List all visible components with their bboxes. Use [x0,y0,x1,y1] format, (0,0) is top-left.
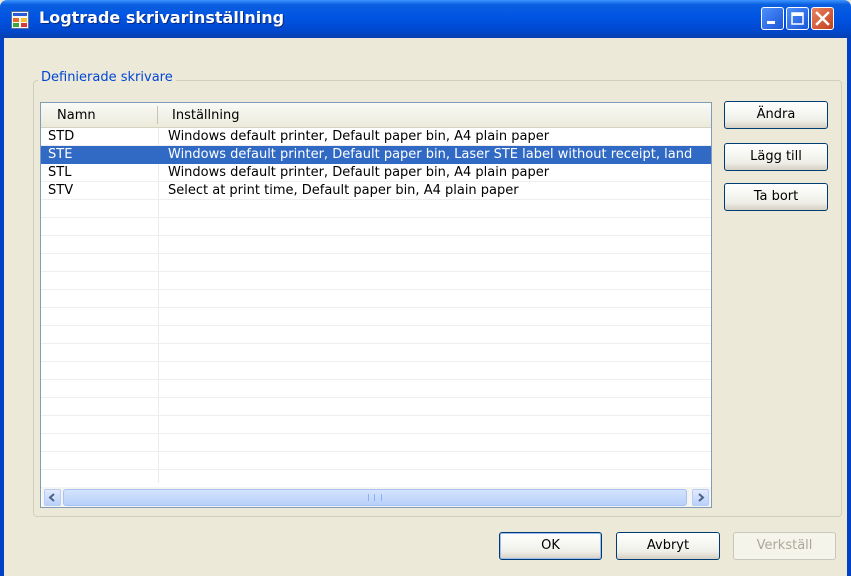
empty-row [41,416,711,434]
add-button[interactable]: Lägg till [724,143,828,171]
empty-row [41,272,711,290]
empty-row [41,344,711,362]
minimize-icon [767,21,775,24]
scroll-left-button[interactable] [44,489,61,506]
app-window-icon [11,11,29,29]
apply-button[interactable]: Verkställ [733,532,836,560]
scrollbar-grip [368,494,382,501]
empty-row [41,362,711,380]
empty-row [41,254,711,272]
empty-row [41,452,711,470]
list-rows: STD Windows default printer, Default pap… [41,128,711,488]
maximize-button[interactable] [786,7,809,30]
scrollbar-thumb[interactable] [63,489,687,506]
minimize-button[interactable] [761,7,784,30]
remove-button[interactable]: Ta bort [724,183,828,211]
empty-row [41,200,711,218]
horizontal-scrollbar[interactable] [42,487,711,507]
empty-row [41,290,711,308]
column-header-name[interactable]: Namn [57,108,96,123]
printer-name: STL [48,165,72,180]
printer-setting: Select at print time, Default paper bin,… [168,183,519,198]
window-frame-left [0,38,4,576]
arrow-left-icon [48,493,55,502]
printer-setting: Windows default printer, Default paper b… [168,165,550,180]
printers-listview[interactable]: Namn Inställning STD Windows default pri… [40,102,712,508]
empty-row [41,308,711,326]
maximize-icon [791,12,804,25]
list-item-selected[interactable]: STE Windows default printer, Default pap… [41,146,711,164]
list-header: Namn Inställning [41,103,711,128]
list-item[interactable]: STD Windows default printer, Default pap… [41,128,711,146]
empty-row [41,236,711,254]
groupbox-legend: Definierade skrivare [38,70,176,85]
close-icon [815,11,830,26]
change-button[interactable]: Ändra [724,101,828,129]
scroll-right-button[interactable] [692,489,709,506]
cancel-button[interactable]: Avbryt [616,532,720,560]
printer-name: STV [48,183,74,198]
empty-row [41,326,711,344]
list-item[interactable]: STV Select at print time, Default paper … [41,182,711,200]
column-separator[interactable] [157,106,158,124]
empty-row [41,470,711,488]
title-bar[interactable]: Logtrade skrivarinställning [0,0,851,38]
window-title: Logtrade skrivarinställning [39,8,285,27]
arrow-right-icon [698,493,705,502]
empty-row [41,380,711,398]
printer-setting: Windows default printer, Default paper b… [168,129,550,144]
empty-row [41,398,711,416]
close-button[interactable] [811,7,834,30]
printer-name: STD [48,129,75,144]
printer-name: STE [48,147,73,162]
column-header-setting[interactable]: Inställning [172,108,239,123]
list-item[interactable]: STL Windows default printer, Default pap… [41,164,711,182]
ok-button[interactable]: OK [499,532,602,560]
printer-setting: Windows default printer, Default paper b… [168,147,693,162]
window-frame-right [847,38,851,576]
empty-row [41,218,711,236]
empty-row [41,434,711,452]
